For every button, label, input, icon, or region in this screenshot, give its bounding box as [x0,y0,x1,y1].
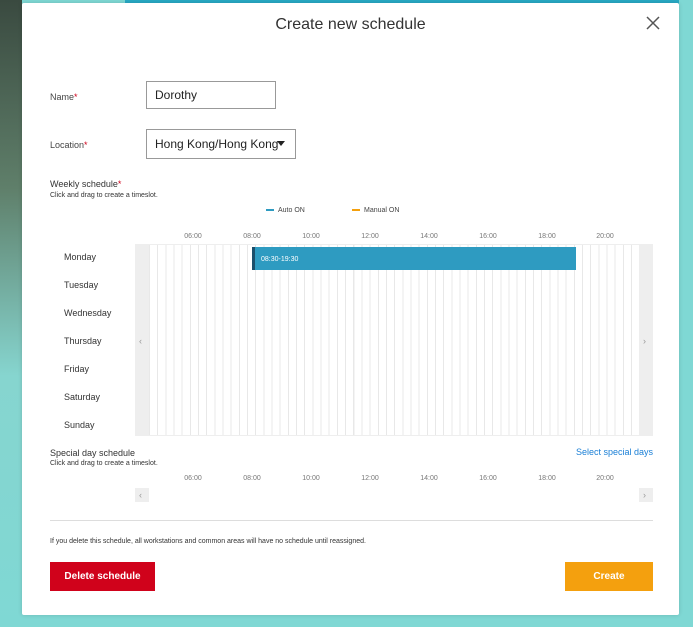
legend-manual-on: Manual ON [352,207,399,214]
chevron-left-icon: ‹ [139,336,142,346]
scroll-left-button[interactable]: ‹ [135,244,149,436]
create-button[interactable]: Create [565,562,653,591]
day-label: Friday [64,364,90,374]
location-label: Location* [50,140,88,150]
day-label: Monday [64,252,97,262]
required-mark: * [84,140,88,150]
day-label: Sunday [64,420,95,430]
legend-manual-swatch [352,209,360,212]
delete-warning-text: If you delete this schedule, all worksta… [50,538,366,545]
time-tick: 10:00 [302,475,320,482]
time-tick: 12:00 [361,233,379,240]
timeslot-cells[interactable]: 08:30-19:30 [149,244,639,436]
chevron-right-icon: › [643,490,646,500]
scroll-right-button[interactable]: › [639,244,653,436]
background-bottom [0,615,693,627]
time-tick: 16:00 [479,475,497,482]
day-label: Wednesday [64,308,112,318]
time-tick: 12:00 [361,475,379,482]
timeslot-label: 08:30-19:30 [261,256,299,263]
special-schedule-title: Special day schedule [50,448,136,458]
close-icon[interactable] [643,13,663,33]
day-label: Thursday [64,336,102,346]
location-select[interactable]: Hong Kong/Hong Kong [146,129,296,159]
required-mark: * [117,179,122,189]
name-input[interactable] [146,81,276,109]
legend-auto-on: Auto ON [266,207,305,214]
modal-title: Create new schedule [275,16,426,33]
chevron-down-icon [277,141,285,146]
time-tick: 20:00 [596,475,614,482]
special-schedule-hint: Click and drag to create a timeslot. [50,460,158,467]
weekly-time-axis: 06:00 08:00 10:00 12:00 14:00 16:00 18:0… [150,233,650,243]
chevron-right-icon: › [643,336,646,346]
day-label: Saturday [64,392,101,402]
select-special-days-link[interactable]: Select special days [576,447,653,457]
location-value: Hong Kong/Hong Kong [155,137,279,151]
create-schedule-modal: Create new schedule Name* Location* Hong… [22,3,679,615]
special-schedule-bar[interactable]: ‹ › [135,488,653,502]
background-right [679,0,693,627]
time-tick: 10:00 [302,233,320,240]
time-tick: 06:00 [184,475,202,482]
time-tick: 14:00 [420,233,438,240]
name-label: Name* [50,92,78,102]
delete-schedule-button[interactable]: Delete schedule [50,562,155,591]
time-tick: 08:00 [243,233,261,240]
time-tick: 06:00 [184,233,202,240]
day-label: Tuesday [64,280,99,290]
legend-auto-swatch [266,209,274,212]
time-tick: 16:00 [479,233,497,240]
weekly-schedule-hint: Click and drag to create a timeslot. [50,192,158,199]
weekly-schedule-title: Weekly schedule* [50,179,122,189]
special-time-axis: 06:00 08:00 10:00 12:00 14:00 16:00 18:0… [150,475,650,485]
time-tick: 20:00 [596,233,614,240]
time-tick: 08:00 [243,475,261,482]
chevron-left-icon: ‹ [139,490,142,500]
time-tick: 18:00 [538,233,556,240]
timeslot-monday[interactable]: 08:30-19:30 [252,247,576,270]
time-tick: 14:00 [420,475,438,482]
time-tick: 18:00 [538,475,556,482]
footer-divider [50,520,653,521]
special-scroll-right-button[interactable]: › [639,488,653,502]
special-scroll-left-button[interactable]: ‹ [135,488,149,502]
weekly-schedule-grid[interactable]: ‹ 08:30-19:30 › [135,244,653,436]
required-mark: * [74,92,78,102]
background-left [0,0,22,627]
